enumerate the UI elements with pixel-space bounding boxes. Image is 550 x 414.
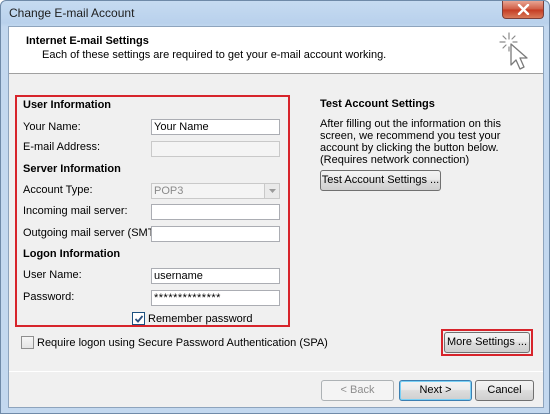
more-settings-button[interactable]: More Settings ... bbox=[444, 332, 530, 353]
account-type-select[interactable]: POP3 bbox=[151, 183, 280, 199]
remember-password-label[interactable]: Remember password bbox=[148, 313, 253, 325]
test-account-settings-button[interactable]: Test Account Settings ... bbox=[320, 170, 441, 191]
account-type-dropdown-button[interactable] bbox=[264, 184, 279, 198]
remember-password-checkbox[interactable] bbox=[132, 312, 145, 325]
back-button[interactable]: < Back bbox=[321, 380, 394, 401]
chevron-down-icon bbox=[269, 189, 276, 193]
your-name-input[interactable]: Your Name bbox=[151, 119, 280, 135]
dialog-client-area: Internet E-mail Settings Each of these s… bbox=[8, 26, 544, 408]
window-title: Change E-mail Account bbox=[9, 6, 135, 20]
close-icon bbox=[517, 4, 530, 15]
require-spa-label[interactable]: Require logon using Secure Password Auth… bbox=[37, 337, 328, 349]
your-name-label: Your Name: bbox=[23, 121, 81, 133]
server-information-heading: Server Information bbox=[23, 163, 121, 175]
password-label: Password: bbox=[23, 291, 75, 303]
footer-separator bbox=[9, 371, 543, 372]
user-name-label: User Name: bbox=[23, 269, 82, 281]
header-subtitle: Each of these settings are required to g… bbox=[42, 49, 387, 61]
account-type-label: Account Type: bbox=[23, 184, 93, 196]
outgoing-mail-server-label: Outgoing mail server (SMTP): bbox=[23, 227, 169, 239]
outgoing-mail-server-input[interactable] bbox=[151, 226, 280, 242]
require-spa-checkbox[interactable] bbox=[21, 336, 34, 349]
header-title: Internet E-mail Settings bbox=[26, 35, 149, 47]
dialog-header: Internet E-mail Settings Each of these s… bbox=[9, 27, 543, 74]
check-icon bbox=[134, 315, 144, 323]
password-input[interactable]: ************** bbox=[151, 290, 280, 306]
user-name-input[interactable]: username bbox=[151, 268, 280, 284]
logon-information-heading: Logon Information bbox=[23, 248, 121, 260]
close-button[interactable] bbox=[502, 1, 544, 19]
email-address-label: E-mail Address: bbox=[23, 141, 101, 153]
title-bar[interactable]: Change E-mail Account bbox=[1, 1, 549, 25]
user-information-heading: User Information bbox=[23, 99, 112, 111]
test-account-settings-heading: Test Account Settings bbox=[320, 98, 435, 110]
email-address-input[interactable] bbox=[151, 141, 280, 157]
change-email-account-window: Change E-mail Account Internet E-mail Se… bbox=[0, 0, 550, 414]
next-button[interactable]: Next > bbox=[399, 380, 472, 401]
cancel-button[interactable]: Cancel bbox=[475, 380, 534, 401]
wizard-sparkle-cursor-icon bbox=[499, 32, 528, 70]
account-type-value: POP3 bbox=[154, 185, 184, 197]
test-account-settings-description: After filling out the information on thi… bbox=[320, 118, 501, 166]
incoming-mail-server-label: Incoming mail server: bbox=[23, 205, 128, 217]
incoming-mail-server-input[interactable] bbox=[151, 204, 280, 220]
